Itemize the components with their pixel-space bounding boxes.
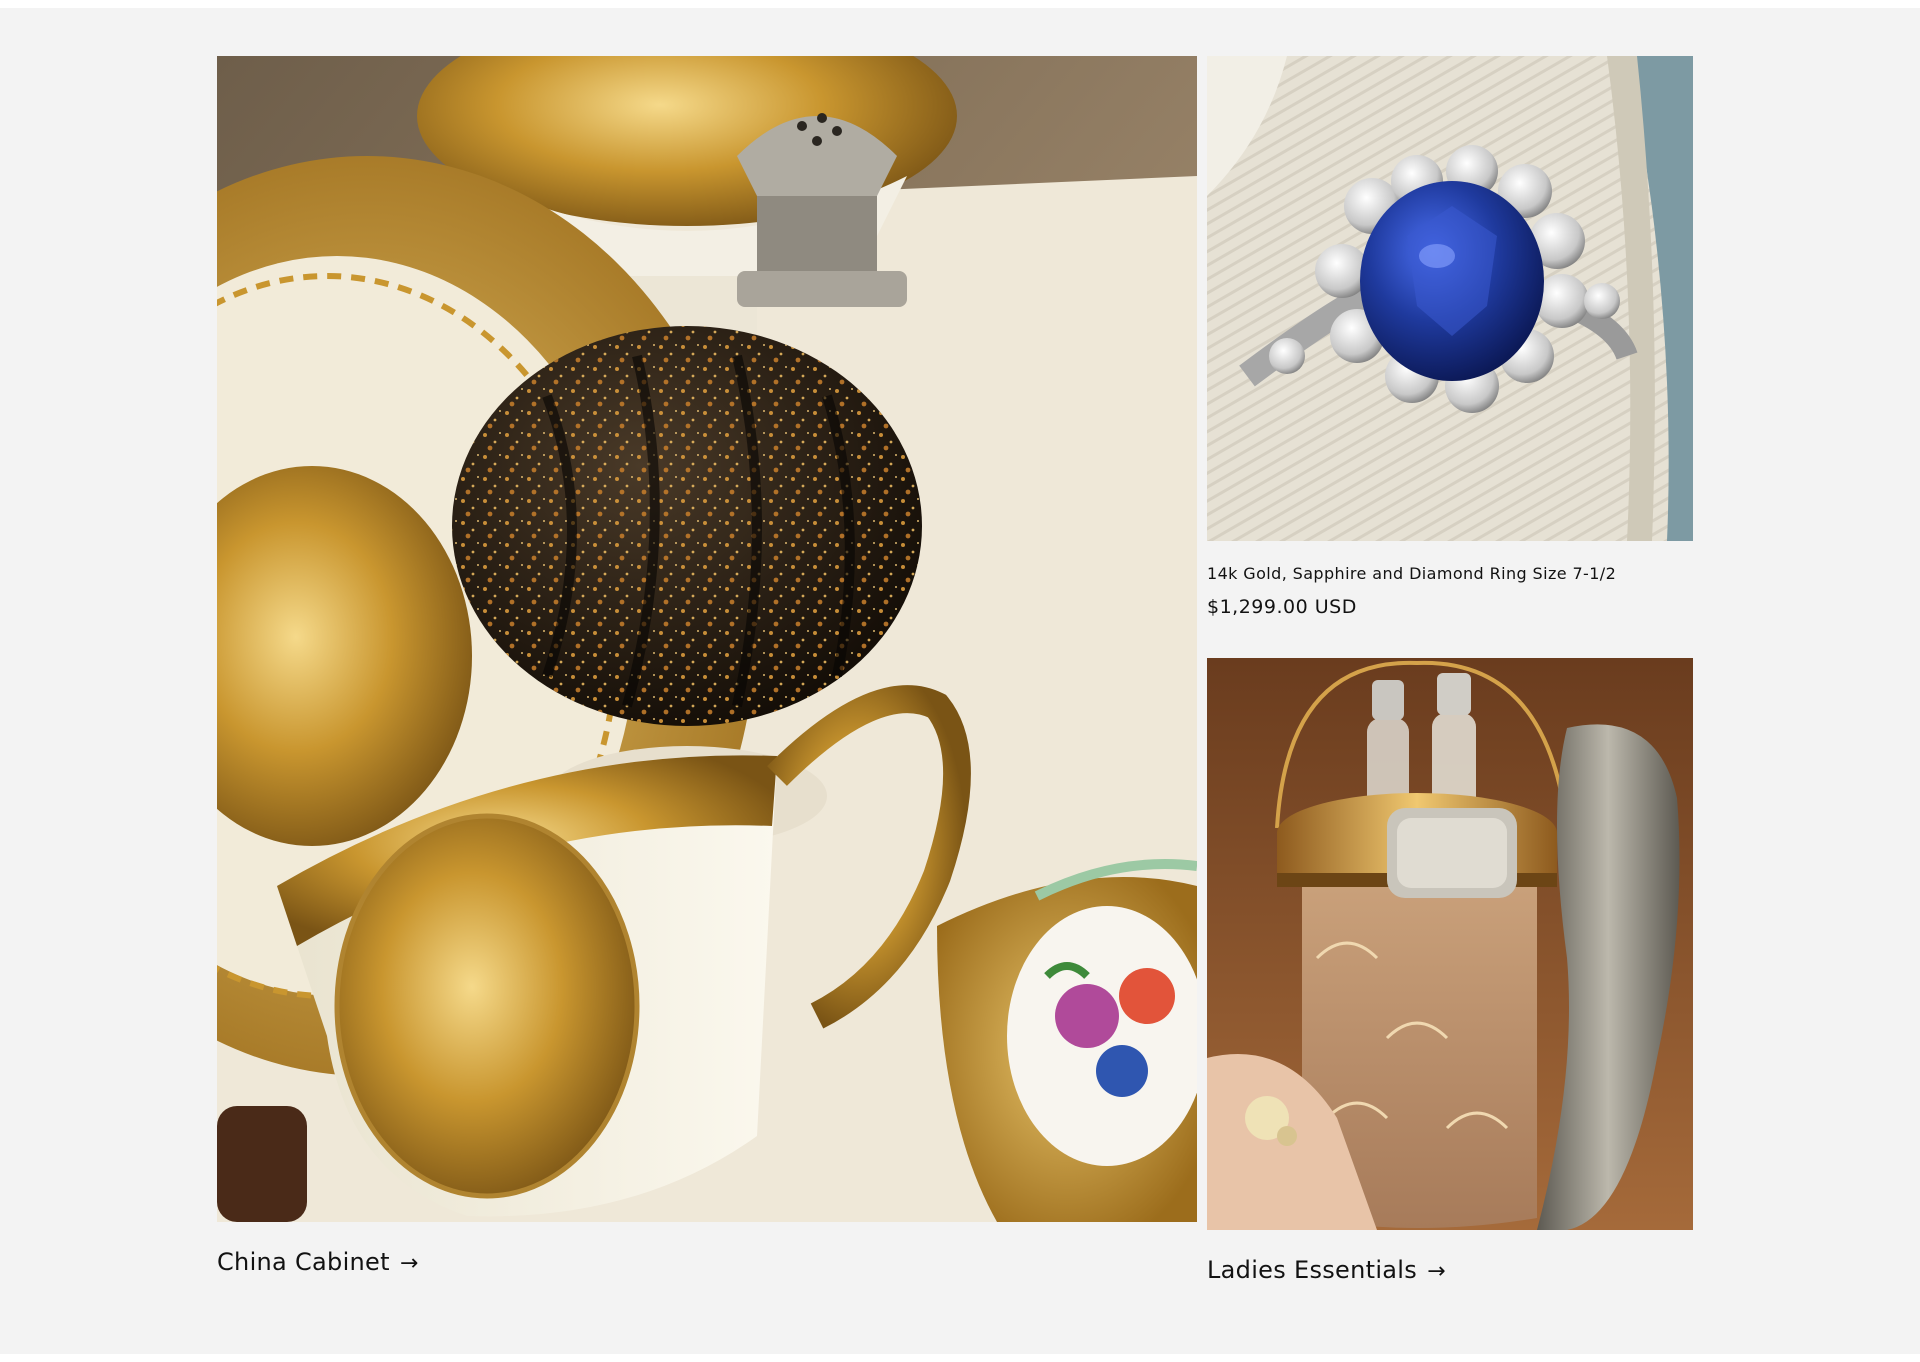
china-cabinet-photo (217, 56, 1197, 1222)
china-cabinet-image-link[interactable] (217, 56, 1197, 1222)
ladies-essentials-image-link[interactable] (1207, 658, 1693, 1230)
ladies-essentials-photo (1207, 658, 1693, 1230)
ring-photo (1207, 56, 1693, 541)
ladies-essentials-title: Ladies Essentials (1207, 1256, 1418, 1284)
collection-grid-section: China Cabinet → 14k Gold, Sapphire and D… (0, 8, 1920, 1354)
ring-product-price: $1,299.00 USD (1207, 596, 1357, 618)
ladies-essentials-link[interactable]: Ladies Essentials → (1207, 1256, 1446, 1284)
china-cabinet-link[interactable]: China Cabinet → (217, 1248, 419, 1276)
arrow-right-icon: → (399, 1251, 419, 1276)
ring-product-image-link[interactable] (1207, 56, 1693, 541)
china-cabinet-title: China Cabinet (217, 1248, 390, 1276)
ring-product-title[interactable]: 14k Gold, Sapphire and Diamond Ring Size… (1207, 564, 1616, 583)
arrow-right-icon: → (1427, 1259, 1446, 1284)
